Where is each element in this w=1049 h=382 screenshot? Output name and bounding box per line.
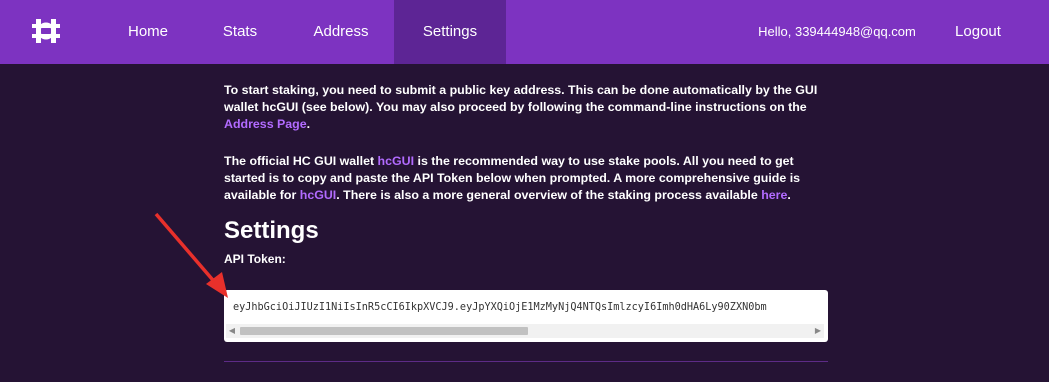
nav-settings-link[interactable]: Settings	[394, 0, 506, 64]
api-token-label: API Token:	[224, 252, 286, 266]
intro-end: .	[306, 117, 311, 131]
nav-address-link[interactable]: Address	[296, 0, 386, 64]
intro-text: To start staking, you need to submit a p…	[224, 83, 818, 114]
main-content: To start staking, you need to submit a p…	[224, 82, 830, 266]
hcgui-link[interactable]: hcGUI	[378, 154, 415, 168]
intro-paragraph: To start staking, you need to submit a p…	[224, 82, 830, 133]
nav-home-link[interactable]: Home	[112, 0, 184, 64]
nav-stats-link[interactable]: Stats	[204, 0, 276, 64]
top-navbar: Home Stats Address Settings Hello, 33944…	[0, 0, 1049, 64]
settings-heading: Settings	[224, 217, 319, 244]
section-divider	[224, 361, 828, 362]
address-page-link[interactable]: Address Page	[224, 117, 307, 131]
hcgui-text-c: . There is also a more general overview …	[336, 188, 758, 202]
hcgui-end: .	[787, 188, 791, 202]
hcgui-guide-link[interactable]: hcGUI	[300, 188, 337, 202]
api-token-value[interactable]: eyJhbGciOiJIUzI1NiIsInR5cCI6IkpXVCJ9.eyJ…	[233, 302, 825, 318]
hc-logo-icon[interactable]	[30, 15, 62, 47]
logout-link[interactable]: Logout	[940, 0, 1016, 64]
user-greeting: Hello, 339444948@qq.com	[758, 24, 916, 39]
scroll-right-arrow-icon[interactable]: ▶	[812, 324, 824, 338]
red-arrow-icon	[154, 212, 228, 298]
hcgui-paragraph: The official HC GUI wallet hcGUI is the …	[224, 153, 830, 204]
hcgui-text-a: The official HC GUI wallet	[224, 154, 375, 168]
horizontal-scrollbar[interactable]: ◀ ▶	[226, 324, 824, 338]
api-token-field[interactable]: eyJhbGciOiJIUzI1NiIsInR5cCI6IkpXVCJ9.eyJ…	[224, 290, 828, 342]
scroll-left-arrow-icon[interactable]: ◀	[226, 324, 238, 338]
scrollbar-thumb[interactable]	[240, 327, 528, 335]
staking-overview-link[interactable]: here	[761, 188, 787, 202]
